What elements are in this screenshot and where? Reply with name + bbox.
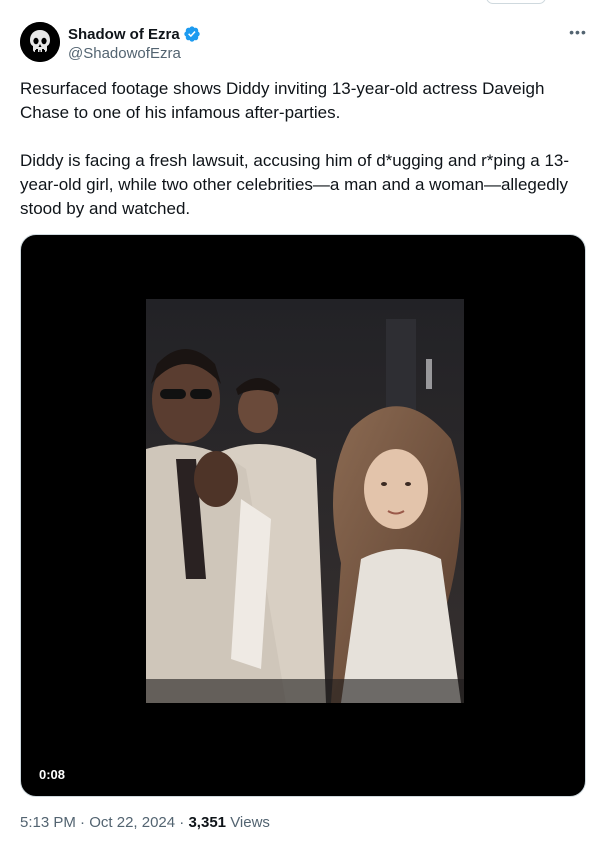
video-timestamp: 0:08 xyxy=(33,765,72,784)
views-label: Views xyxy=(230,814,270,831)
tweet-text: Resurfaced footage shows Diddy inviting … xyxy=(20,77,585,221)
views-count: 3,351 xyxy=(188,814,227,831)
display-name-row: Shadow of Ezra xyxy=(68,24,201,44)
video-player[interactable]: 0:08 xyxy=(20,234,586,797)
tweet-paragraph: Diddy is facing a fresh lawsuit, accusin… xyxy=(20,151,570,218)
more-horizontal-icon[interactable]: ••• xyxy=(566,20,590,44)
tweet-paragraph: Resurfaced footage shows Diddy inviting … xyxy=(20,79,545,122)
tweet: Shadow of Ezra @ShadowofEzra ••• Resurfa… xyxy=(0,0,606,848)
tweet-time[interactable]: 5:13 PM xyxy=(20,814,76,831)
tweet-meta: 5:13 PM · Oct 22, 2024 · 3,351 Views xyxy=(20,814,270,831)
tweet-date[interactable]: Oct 22, 2024 xyxy=(89,814,175,831)
verified-badge-icon xyxy=(183,25,201,43)
meta-separator: · xyxy=(80,814,86,831)
video-frame xyxy=(146,299,464,703)
tweet-header: Shadow of Ezra @ShadowofEzra ••• xyxy=(20,20,590,68)
display-name[interactable]: Shadow of Ezra xyxy=(68,26,180,43)
author-names: Shadow of Ezra @ShadowofEzra xyxy=(68,24,201,62)
skull-logo-icon xyxy=(20,22,60,62)
author-handle[interactable]: @ShadowofEzra xyxy=(68,45,201,62)
meta-separator: · xyxy=(179,814,185,831)
avatar[interactable] xyxy=(20,22,60,62)
video-still-image xyxy=(146,299,464,703)
